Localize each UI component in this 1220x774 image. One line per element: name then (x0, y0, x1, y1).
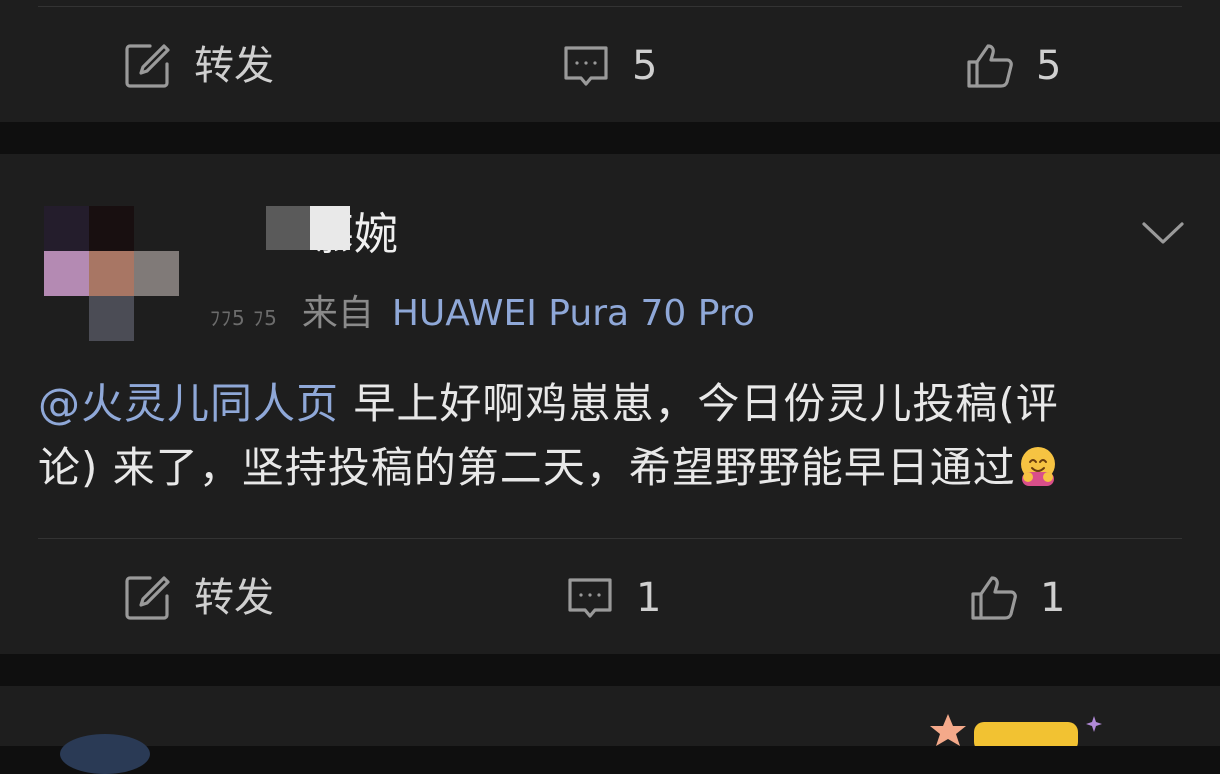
repost-button[interactable]: 转发 (122, 558, 274, 638)
divider (38, 538, 1182, 539)
post-action-bar: 转发 5 5 (0, 26, 1220, 106)
like-count: 1 (1040, 575, 1066, 621)
post-text: @火灵儿同人页 早上好啊鸡崽崽，今日份灵儿投稿(评 论) 来了，坚持投稿的第二天… (38, 372, 1188, 500)
badge-decoration (926, 712, 1106, 752)
avatar[interactable] (44, 206, 179, 341)
mention-link[interactable]: @火灵儿同人页 (38, 379, 339, 428)
like-button[interactable]: 5 (964, 26, 1061, 106)
repost-label: 转发 (194, 575, 274, 621)
like-button[interactable]: 1 (968, 558, 1065, 638)
repost-icon (122, 40, 174, 92)
repost-label: 转发 (194, 43, 274, 89)
post-action-bar: 转发 1 1 (0, 558, 1220, 638)
post-text-line1: 早上好啊鸡崽崽，今日份灵儿投稿(评 (339, 379, 1059, 428)
chevron-down-icon[interactable] (1140, 210, 1186, 256)
thumbs-up-icon (968, 572, 1020, 624)
comment-button[interactable]: 5 (560, 26, 657, 106)
hug-emoji-icon (1016, 442, 1060, 486)
post-meta: ﾌﾌ5 ﾌ5 来自 HUAWEI Pura 70 Pro (210, 292, 755, 340)
previous-post-card: 转发 5 5 (0, 0, 1220, 122)
comment-icon (564, 572, 616, 624)
next-post-avatar[interactable] (60, 734, 150, 774)
repost-icon (122, 572, 174, 624)
comment-count: 5 (632, 43, 658, 89)
name-mosaic (266, 206, 352, 250)
post-card: 慕慕婉慕婉 ﾌﾌ5 ﾌ5来自HUAWEI Pura 70 Pro @火灵儿同人页… (0, 154, 1220, 654)
repost-button[interactable]: 转发 (122, 26, 274, 106)
source-prefix: 来自 (301, 293, 374, 334)
comment-button[interactable]: 1 (564, 558, 661, 638)
comment-count: 1 (636, 575, 662, 621)
device-link[interactable]: HUAWEI Pura 70 Pro (392, 293, 755, 334)
comment-icon (560, 40, 612, 92)
post-time: ﾌﾌ5 ﾌ5 (210, 306, 278, 330)
post-text-line2: 论) 来了，坚持投稿的第二天，希望野野能早日通过 (38, 443, 1016, 492)
divider (38, 6, 1182, 7)
like-count: 5 (1036, 43, 1062, 89)
thumbs-up-icon (964, 40, 1016, 92)
